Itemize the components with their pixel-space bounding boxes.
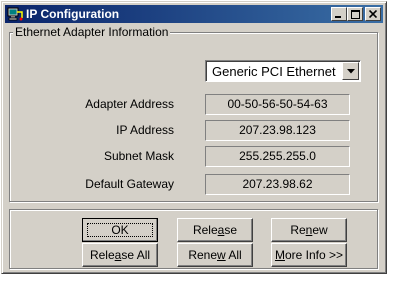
- close-button[interactable]: [365, 7, 381, 21]
- title-bar[interactable]: IP Configuration: [5, 5, 383, 23]
- ip-address-label: IP Address: [116, 123, 174, 137]
- dropdown-button[interactable]: [342, 62, 359, 80]
- release-all-button[interactable]: Release All: [82, 243, 158, 267]
- adapter-address-label: Adapter Address: [85, 97, 174, 111]
- default-gateway-value: 207.23.98.62: [205, 174, 350, 195]
- maximize-icon: [350, 9, 360, 19]
- subnet-mask-value: 255.255.255.0: [205, 146, 350, 167]
- ok-button[interactable]: OK: [82, 218, 158, 242]
- minimize-icon: [335, 16, 341, 18]
- maximize-button[interactable]: [347, 7, 363, 21]
- network-config-icon: [7, 6, 23, 22]
- subnet-mask-label: Subnet Mask: [103, 149, 174, 163]
- group-legend: Ethernet Adapter Information: [13, 25, 171, 39]
- window-title: IP Configuration: [26, 7, 120, 21]
- ip-address-value: 207.23.98.123: [205, 120, 350, 141]
- ip-configuration-window: IP Configuration Ethernet Adapter Inform…: [1, 1, 387, 274]
- adapter-address-value: 00-50-56-50-54-63: [205, 94, 350, 115]
- minimize-button[interactable]: [331, 7, 347, 21]
- close-icon: [369, 10, 377, 18]
- release-button[interactable]: Release: [177, 218, 253, 242]
- adapter-select[interactable]: Generic PCI Ethernet: [205, 60, 361, 82]
- adapter-select-value: Generic PCI Ethernet: [212, 64, 336, 79]
- renew-button[interactable]: Renew: [271, 218, 347, 242]
- more-info-button[interactable]: More Info >>: [271, 243, 347, 267]
- renew-all-button[interactable]: Renew All: [177, 243, 253, 267]
- chevron-down-icon: [346, 68, 355, 73]
- default-gateway-label: Default Gateway: [85, 177, 174, 191]
